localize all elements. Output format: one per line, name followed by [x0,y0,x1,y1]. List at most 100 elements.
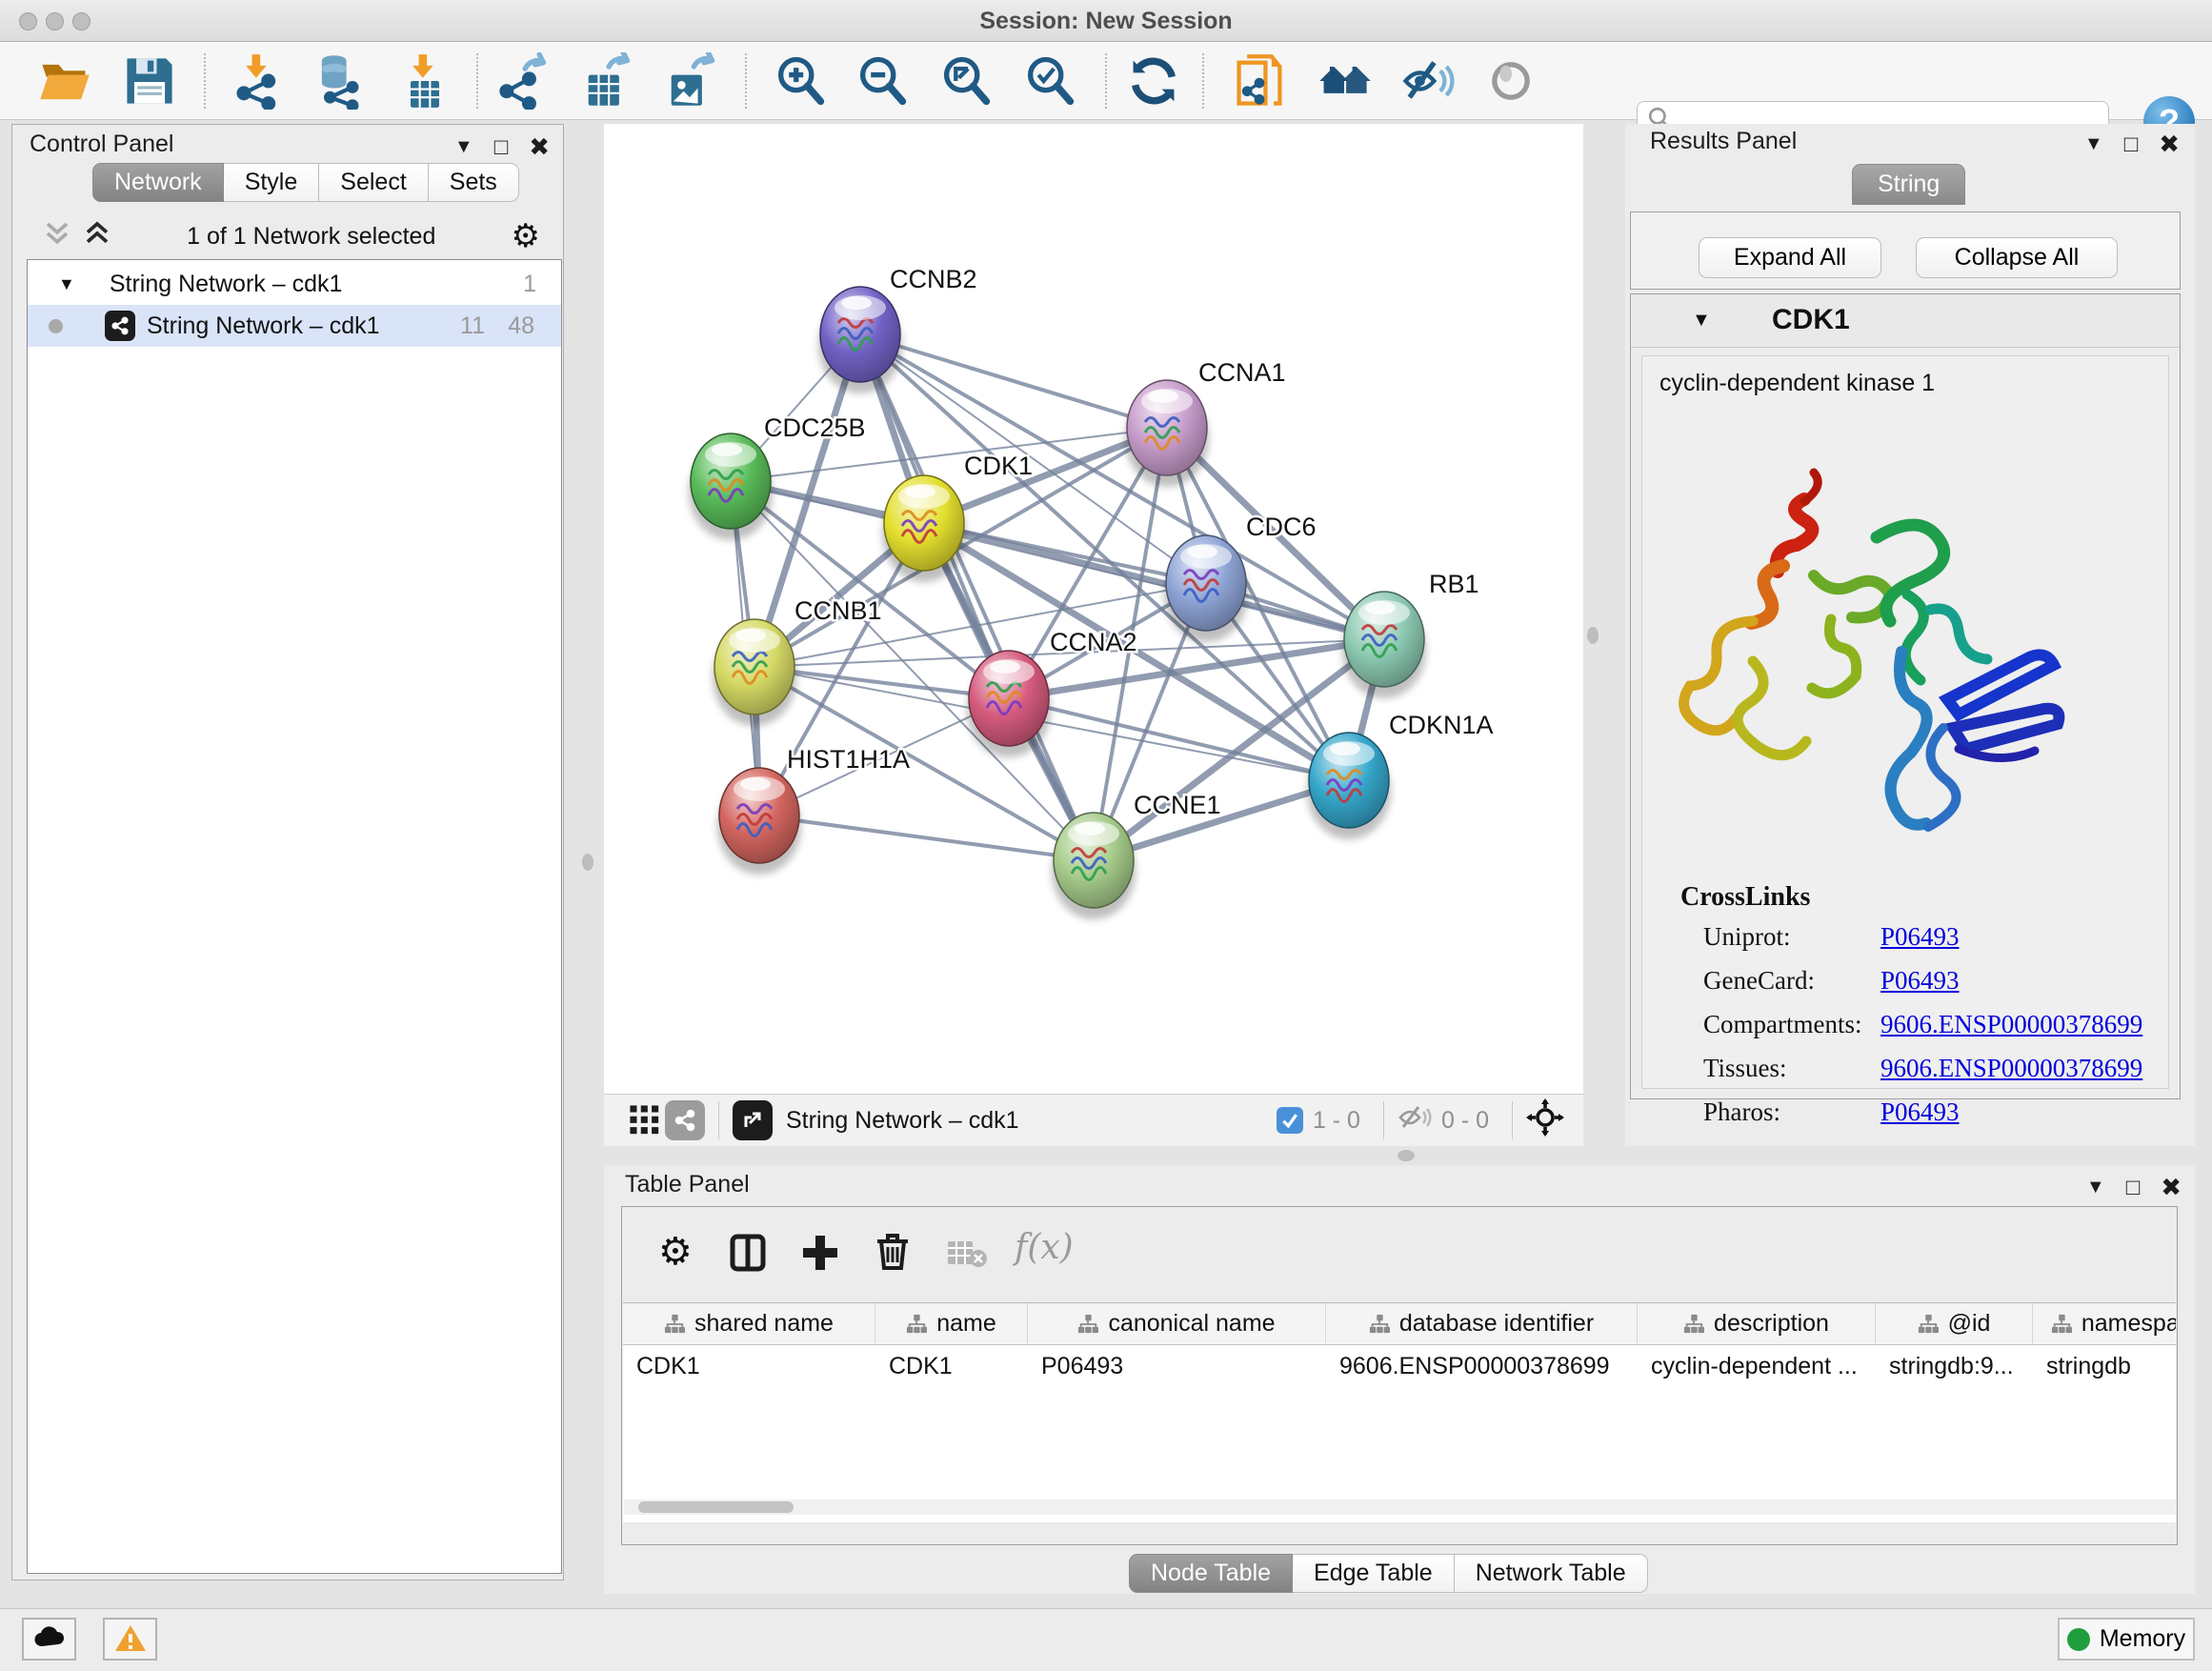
crosslink-link[interactable]: P06493 [1880,966,1960,995]
crosslinks-title: CrossLinks [1680,882,1810,913]
expand-all-button[interactable]: Expand All [1699,237,1881,278]
show-panel-button[interactable] [1480,51,1541,112]
cloud-status-button[interactable] [22,1618,76,1661]
table-cell[interactable]: stringdb:9... [1876,1345,2033,1391]
table-cell[interactable]: P06493 [1028,1345,1326,1391]
table-cell[interactable]: CDK1 [623,1345,875,1391]
panel-collapse-icon[interactable]: ▼ [2084,133,2103,155]
open-in-window-icon[interactable] [733,1100,773,1140]
network-collection-row[interactable]: ▼ String Network – cdk1 1 [28,263,561,305]
network-node-cdkn1a[interactable]: CDKN1A [1307,711,1494,839]
panel-close-icon[interactable]: ✖ [2161,1173,2182,1202]
network-share-icon[interactable] [665,1100,705,1140]
network-node-cdc25b[interactable]: CDC25B [689,413,866,540]
collapse-all-button[interactable]: Collapse All [1916,237,2118,278]
tab-string[interactable]: String [1852,164,1965,205]
table-cell[interactable]: cyclin-dependent ... [1638,1345,1876,1391]
expand-all-networks-icon[interactable] [43,219,71,254]
table-cell[interactable]: 9606.ENSP00000378699 [1326,1345,1638,1391]
import-network-button[interactable] [228,51,289,112]
scrollbar-thumb[interactable] [638,1501,794,1513]
memory-button[interactable]: Memory [2058,1618,2195,1661]
vertical-splitter-handle[interactable] [582,854,593,871]
network-node-ccnb2[interactable]: CCNB2 [818,265,977,393]
main-toolbar: ? [0,42,2212,120]
tab-sets[interactable]: Sets [429,163,519,202]
collapse-all-networks-icon[interactable] [83,219,111,254]
network-edge[interactable] [759,815,1094,860]
string-app-button[interactable] [1229,51,1290,112]
panel-float-icon[interactable]: □ [2126,1175,2141,1201]
zoom-in-button[interactable] [770,51,831,112]
refresh-view-button[interactable] [1123,51,1184,112]
tab-network-table[interactable]: Network Table [1455,1554,1648,1593]
network-node-cdc6[interactable]: CDC6 [1164,513,1317,642]
hidden-eye-icon[interactable] [1398,1103,1432,1138]
network-options-gear-icon[interactable]: ⚙ [512,217,540,255]
import-table-button[interactable] [394,51,455,112]
zoom-fit-button[interactable] [935,51,996,112]
export-table-icon [578,98,635,112]
panel-float-icon[interactable]: □ [494,134,509,161]
panel-collapse-icon[interactable]: ▼ [2086,1177,2105,1198]
results-button-box: Expand All Collapse All [1630,211,2181,290]
export-network-button[interactable] [493,51,553,112]
export-image-button[interactable] [659,51,720,112]
table-row[interactable]: CDK1CDK1P064939606.ENSP00000378699cyclin… [623,1345,2176,1391]
hide-panel-button[interactable] [1398,51,1458,112]
entry-header[interactable]: ▼ CDK1 [1631,294,2180,348]
panel-float-icon[interactable]: □ [2124,131,2139,158]
panel-close-icon[interactable]: ✖ [2159,130,2180,159]
network-view[interactable]: CCNB2CCNA1CDC25BCDK1CDC6RB1CCNB1CCNA2CDK… [604,124,1583,1146]
tab-select[interactable]: Select [319,163,428,202]
crosslink-link[interactable]: 9606.ENSP00000378699 [1880,1054,2142,1082]
crosslink-link[interactable]: P06493 [1880,1097,1960,1126]
network-node-hist1h1a[interactable]: HIST1H1A [717,745,910,875]
column-header-shared-name[interactable]: shared name [623,1303,875,1344]
import-network-from-database-button[interactable] [308,51,369,112]
network-node-rb1[interactable]: RB1 [1342,570,1479,698]
crosslink-link[interactable]: 9606.ENSP00000378699 [1880,1010,2142,1038]
add-column-icon[interactable] [799,1232,841,1280]
delete-column-icon[interactable] [872,1230,914,1278]
panel-close-icon[interactable]: ✖ [529,132,550,162]
table-horizontal-scrollbar[interactable] [624,1500,2176,1515]
column-header-name[interactable]: name [875,1303,1028,1344]
tab-edge-table[interactable]: Edge Table [1293,1554,1455,1593]
zoom-out-button[interactable] [852,51,913,112]
entry-expander-icon[interactable]: ▼ [1692,310,1711,332]
tab-style[interactable]: Style [224,163,320,202]
network-node-ccne1[interactable]: CCNE1 [1052,791,1221,919]
column-header-description[interactable]: description [1638,1303,1876,1344]
vertical-splitter-handle[interactable] [1587,627,1599,644]
horizontal-splitter-handle[interactable] [1398,1150,1415,1161]
table-options-gear-icon[interactable]: ⚙ [658,1230,693,1274]
export-table-button[interactable] [576,51,637,112]
table-cell[interactable]: CDK1 [875,1345,1028,1391]
warning-status-button[interactable] [103,1618,157,1661]
network-edge[interactable] [860,334,1094,860]
tab-network[interactable]: Network [92,163,224,202]
crosslink-link[interactable]: P06493 [1880,922,1960,951]
home-pages-button[interactable] [1314,51,1375,112]
tab-node-table[interactable]: Node Table [1129,1554,1293,1593]
crosslink-row: Compartments:9606.ENSP00000378699 [1703,1010,2151,1054]
network-row[interactable]: String Network – cdk1 11 48 [28,305,561,347]
zoom-selected-button[interactable] [1019,51,1080,112]
panel-collapse-icon[interactable]: ▼ [454,136,473,158]
column-header--id[interactable]: @id [1876,1303,2033,1344]
column-header-canonical-name[interactable]: canonical name [1028,1303,1326,1344]
column-header-database-identifier[interactable]: database identifier [1326,1303,1638,1344]
collection-expander-icon[interactable]: ▼ [58,274,75,294]
show-columns-icon[interactable] [727,1232,769,1280]
open-session-button[interactable] [34,51,95,112]
fit-content-crosshair-icon[interactable] [1526,1098,1564,1143]
network-edge[interactable] [860,334,1167,428]
table-cell[interactable]: stringdb [2033,1345,2176,1391]
selected-checkbox-icon[interactable] [1277,1107,1303,1134]
birds-eye-view-icon[interactable] [625,1100,665,1140]
network-canvas[interactable]: CCNB2CCNA1CDC25BCDK1CDC6RB1CCNB1CCNA2CDK… [604,124,1583,1094]
save-session-button[interactable] [119,51,180,112]
network-node-ccnb1[interactable]: CCNB1 [713,596,882,726]
column-header-namespace[interactable]: namespace [2033,1303,2176,1344]
